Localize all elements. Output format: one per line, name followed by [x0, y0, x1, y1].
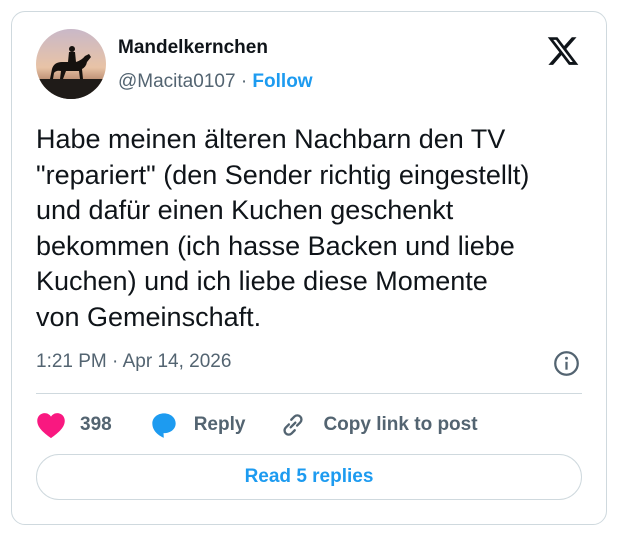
author-handle-row: @Macita0107 · Follow [118, 71, 313, 93]
tweet-timestamp[interactable]: 1:21 PM · Apr 14, 2026 [36, 351, 231, 373]
copy-link-button[interactable]: Copy link to post [279, 411, 478, 439]
reply-button[interactable]: Reply [150, 411, 280, 439]
like-button[interactable]: 398 [36, 411, 150, 439]
tweet-text: Habe meinen älteren Nachbarn den TV "rep… [36, 124, 530, 332]
x-logo-icon[interactable] [546, 34, 580, 68]
copy-link-label: Copy link to post [323, 414, 478, 435]
action-bar: 398 Reply Copy link to post [36, 410, 478, 440]
read-replies-label: Read 5 replies [244, 466, 374, 487]
avatar-image [36, 29, 106, 99]
link-icon [279, 411, 307, 439]
tweet-card: Mandelkernchen @Macita0107 · Follow Habe… [11, 11, 607, 525]
avatar[interactable] [36, 29, 106, 99]
heart-icon [36, 411, 66, 439]
info-icon[interactable] [553, 350, 580, 377]
handle-separator: · [240, 71, 248, 92]
follow-button[interactable]: Follow [252, 71, 312, 92]
author-handle[interactable]: @Macita0107 [118, 71, 236, 92]
read-replies-button[interactable]: Read 5 replies [36, 454, 582, 500]
divider [36, 393, 582, 394]
speech-bubble-icon [150, 411, 178, 439]
reply-label: Reply [193, 414, 246, 435]
author-name[interactable]: Mandelkernchen [118, 37, 268, 59]
like-count: 398 [80, 414, 112, 435]
